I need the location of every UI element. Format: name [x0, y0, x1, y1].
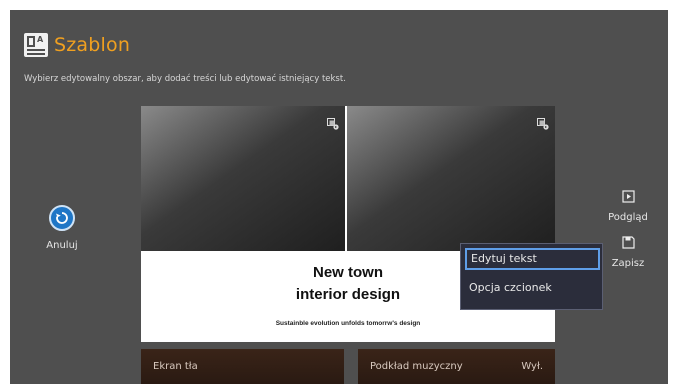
background-screen-button[interactable]: Ekran tła	[141, 349, 344, 384]
image-area-left[interactable]	[141, 106, 345, 251]
save-label: Zapisz	[611, 258, 645, 269]
image-area-right[interactable]	[347, 106, 555, 251]
page-header: A Szablon	[24, 30, 130, 60]
background-music-button[interactable]: Podkład muzyczny Wył.	[358, 349, 555, 384]
menu-item-font-options[interactable]: Opcja czcionek	[465, 277, 600, 299]
save-button[interactable]: Zapisz	[602, 236, 654, 269]
menu-item-edit-text[interactable]: Edytuj tekst	[465, 248, 600, 270]
template-editor-screen: A Szablon Wybierz edytowalny obszar, aby…	[10, 10, 668, 384]
page-subtitle: Wybierz edytowalny obszar, aby dodać tre…	[24, 74, 346, 84]
background-music-value: Wył.	[521, 361, 543, 372]
background-screen-label: Ekran tła	[153, 361, 198, 372]
page-title: Szablon	[54, 34, 131, 56]
canvas-tagline-text[interactable]: Sustainble evolution unfolds tomorrw's d…	[141, 320, 555, 327]
context-menu: Edytuj tekst Opcja czcionek	[460, 243, 603, 310]
preview-label: Podgląd	[608, 212, 648, 223]
cancel-button[interactable]: Anuluj	[40, 205, 84, 251]
preview-button[interactable]: Podgląd	[602, 190, 654, 223]
background-music-label: Podkład muzyczny	[370, 361, 463, 372]
preview-icon	[621, 190, 635, 203]
undo-circle-icon	[49, 205, 75, 231]
save-icon	[621, 236, 635, 249]
template-icon: A	[24, 33, 48, 57]
media-replace-icon[interactable]	[327, 118, 339, 130]
media-replace-icon[interactable]	[537, 118, 549, 130]
cancel-label: Anuluj	[46, 240, 78, 251]
